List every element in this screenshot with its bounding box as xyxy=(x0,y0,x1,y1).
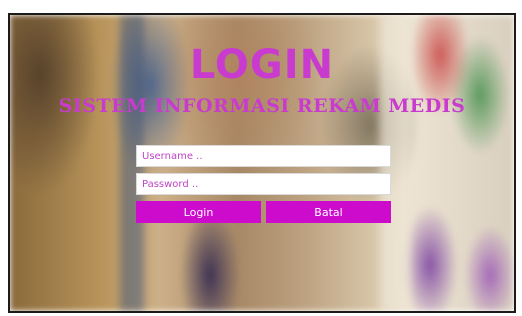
login-button[interactable]: Login xyxy=(136,201,261,223)
login-frame: LOGIN SISTEM INFORMASI REKAM MEDIS Login… xyxy=(8,13,516,313)
page-title: LOGIN xyxy=(189,42,335,88)
username-input[interactable] xyxy=(136,145,391,167)
page-subtitle: SISTEM INFORMASI REKAM MEDIS xyxy=(58,95,466,117)
login-form: Login Batal xyxy=(136,145,391,223)
button-row: Login Batal xyxy=(136,201,391,223)
cancel-button[interactable]: Batal xyxy=(266,201,391,223)
password-input[interactable] xyxy=(136,173,391,195)
